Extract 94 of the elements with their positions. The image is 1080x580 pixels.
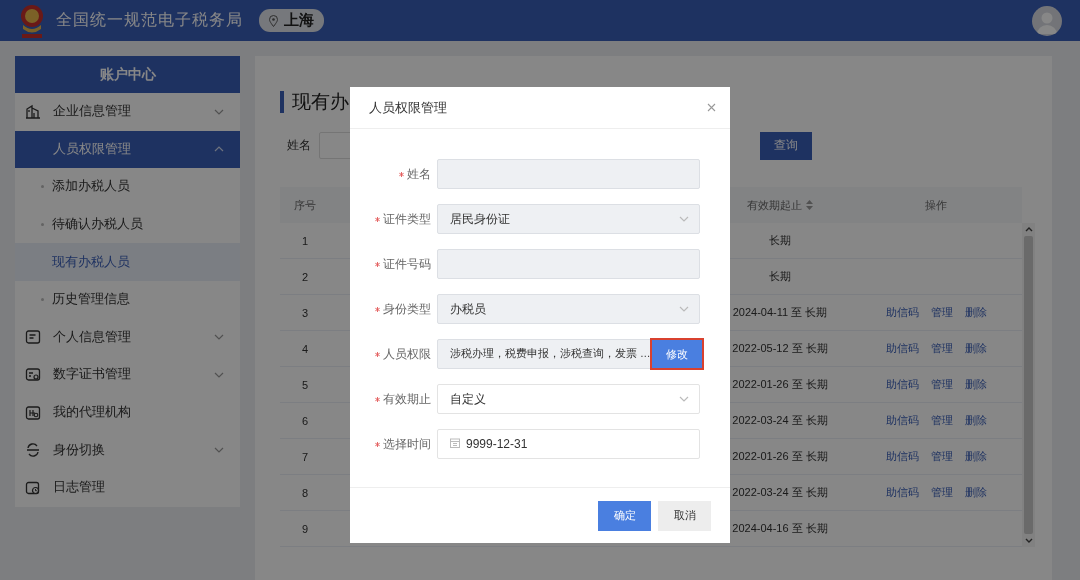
bullet-icon <box>41 185 44 189</box>
action-link[interactable]: 管理 <box>930 305 953 320</box>
action-link[interactable]: 删除 <box>964 377 987 392</box>
table-cell: 2022-03-24 至 长期 <box>732 485 828 500</box>
field-label: 身份类型 <box>383 300 431 318</box>
chevron-down-icon <box>679 396 689 402</box>
sidebar-item[interactable]: 身份切换 <box>15 431 240 469</box>
sidebar-item[interactable]: 日志管理 <box>15 468 240 507</box>
table-cell: 2022-05-12 至 长期 <box>732 341 828 356</box>
action-link[interactable]: 管理 <box>930 449 953 464</box>
user-avatar[interactable] <box>1032 5 1062 36</box>
field-label: 人员权限 <box>383 345 431 363</box>
action-link[interactable]: 删除 <box>964 485 987 500</box>
action-link[interactable]: 助信码 <box>885 341 919 356</box>
action-link[interactable]: 助信码 <box>885 305 919 320</box>
sidebar-item[interactable]: 企业信息管理 <box>15 93 240 131</box>
sort-icon[interactable] <box>806 200 813 210</box>
page-title: 现有办 <box>292 90 349 114</box>
action-link[interactable]: 助信码 <box>885 449 919 464</box>
field-label: 选择时间 <box>383 435 431 453</box>
table-cell: 2 <box>301 270 309 283</box>
building-icon <box>25 103 41 120</box>
document-icon <box>25 329 41 346</box>
select-field[interactable]: 自定义 <box>437 384 700 414</box>
action-link[interactable]: 管理 <box>930 377 953 392</box>
table-cell: 4 <box>301 342 309 355</box>
emblem-logo <box>18 2 46 39</box>
table-cell: 1 <box>301 234 309 247</box>
sidebar-title: 账户中心 <box>15 56 240 93</box>
bullet-icon <box>41 298 44 302</box>
chevron-down-icon <box>679 306 689 312</box>
field-label: 证件号码 <box>383 255 431 273</box>
cancel-button[interactable]: 取消 <box>658 500 711 531</box>
action-link[interactable]: 管理 <box>930 341 953 356</box>
table-cell: 6 <box>301 414 309 427</box>
action-link[interactable]: 删除 <box>964 413 987 428</box>
chevron-down-icon <box>214 334 224 341</box>
confirm-button[interactable]: 确定 <box>598 500 651 531</box>
calendar-clock-icon <box>25 479 41 496</box>
grid-icon <box>25 404 41 421</box>
table-cell: 2022-01-26 至 长期 <box>732 377 828 392</box>
action-link[interactable]: 删除 <box>964 449 987 464</box>
table-cell: 7 <box>301 450 309 463</box>
title-accent-bar <box>280 91 284 113</box>
chevron-up-icon <box>214 146 224 153</box>
action-link[interactable]: 删除 <box>964 341 987 356</box>
chevron-down-icon <box>679 216 689 222</box>
field-label: 姓名 <box>407 165 431 183</box>
scroll-up-icon[interactable] <box>1024 227 1033 232</box>
bullet-icon <box>41 223 44 227</box>
chevron-down-icon <box>214 371 224 378</box>
field-label: 姓名 <box>287 137 311 154</box>
sidebar-item[interactable]: 我的代理机构 <box>15 393 240 432</box>
dialog-title: 人员权限管理 <box>369 98 447 117</box>
table-cell: 9 <box>301 522 309 535</box>
table-cell: 2024-04-11 至 长期 <box>732 305 828 320</box>
sidebar-item[interactable]: 人员权限管理 <box>15 130 240 169</box>
field-label: 有效期止 <box>383 390 431 408</box>
date-field[interactable]: 9999-12-31 <box>437 429 700 459</box>
sidebar-item[interactable]: 数字证书管理 <box>15 356 240 394</box>
field-label: 证件类型 <box>383 210 431 228</box>
column-header: 操作 <box>925 197 947 213</box>
switch-icon <box>25 442 41 459</box>
action-link[interactable]: 助信码 <box>885 485 919 500</box>
chevron-down-icon <box>214 108 224 115</box>
table-cell: 5 <box>301 378 309 391</box>
sidebar-subitem[interactable]: 现有办税人员 <box>15 243 240 281</box>
table-cell: 2024-04-16 至 长期 <box>732 521 828 536</box>
chevron-down-icon <box>214 447 224 454</box>
calendar-icon[interactable] <box>450 438 460 448</box>
table-cell: 2022-01-26 至 长期 <box>732 449 828 464</box>
sidebar-subitem[interactable]: 待确认办税人员 <box>15 205 240 244</box>
action-link[interactable]: 助信码 <box>885 377 919 392</box>
table-cell: 长期 <box>769 269 791 284</box>
action-link[interactable]: 删除 <box>964 305 987 320</box>
site-title: 全国统一规范电子税务局 <box>56 10 243 30</box>
sidebar-item[interactable]: 个人信息管理 <box>15 318 240 357</box>
table-cell: 2022-03-24 至 长期 <box>732 413 828 428</box>
table-cell: 长期 <box>769 233 791 248</box>
query-button[interactable]: 查询 <box>760 131 812 160</box>
location-selector[interactable]: 上海 <box>259 9 324 32</box>
scroll-down-icon[interactable] <box>1024 538 1033 543</box>
location-pin-icon <box>269 14 278 27</box>
scrollbar[interactable] <box>1022 223 1035 547</box>
table-cell: 3 <box>301 306 309 319</box>
sidebar-subitem[interactable]: 添加办税人员 <box>15 168 240 206</box>
close-icon[interactable] <box>707 103 716 112</box>
sidebar-subitem[interactable]: 历史管理信息 <box>15 280 240 319</box>
column-header: 序号 <box>294 197 316 213</box>
action-link[interactable]: 助信码 <box>885 413 919 428</box>
table-cell: 8 <box>301 486 309 499</box>
action-link[interactable]: 管理 <box>930 413 953 428</box>
certificate-icon <box>25 366 41 383</box>
action-link[interactable]: 管理 <box>930 485 953 500</box>
